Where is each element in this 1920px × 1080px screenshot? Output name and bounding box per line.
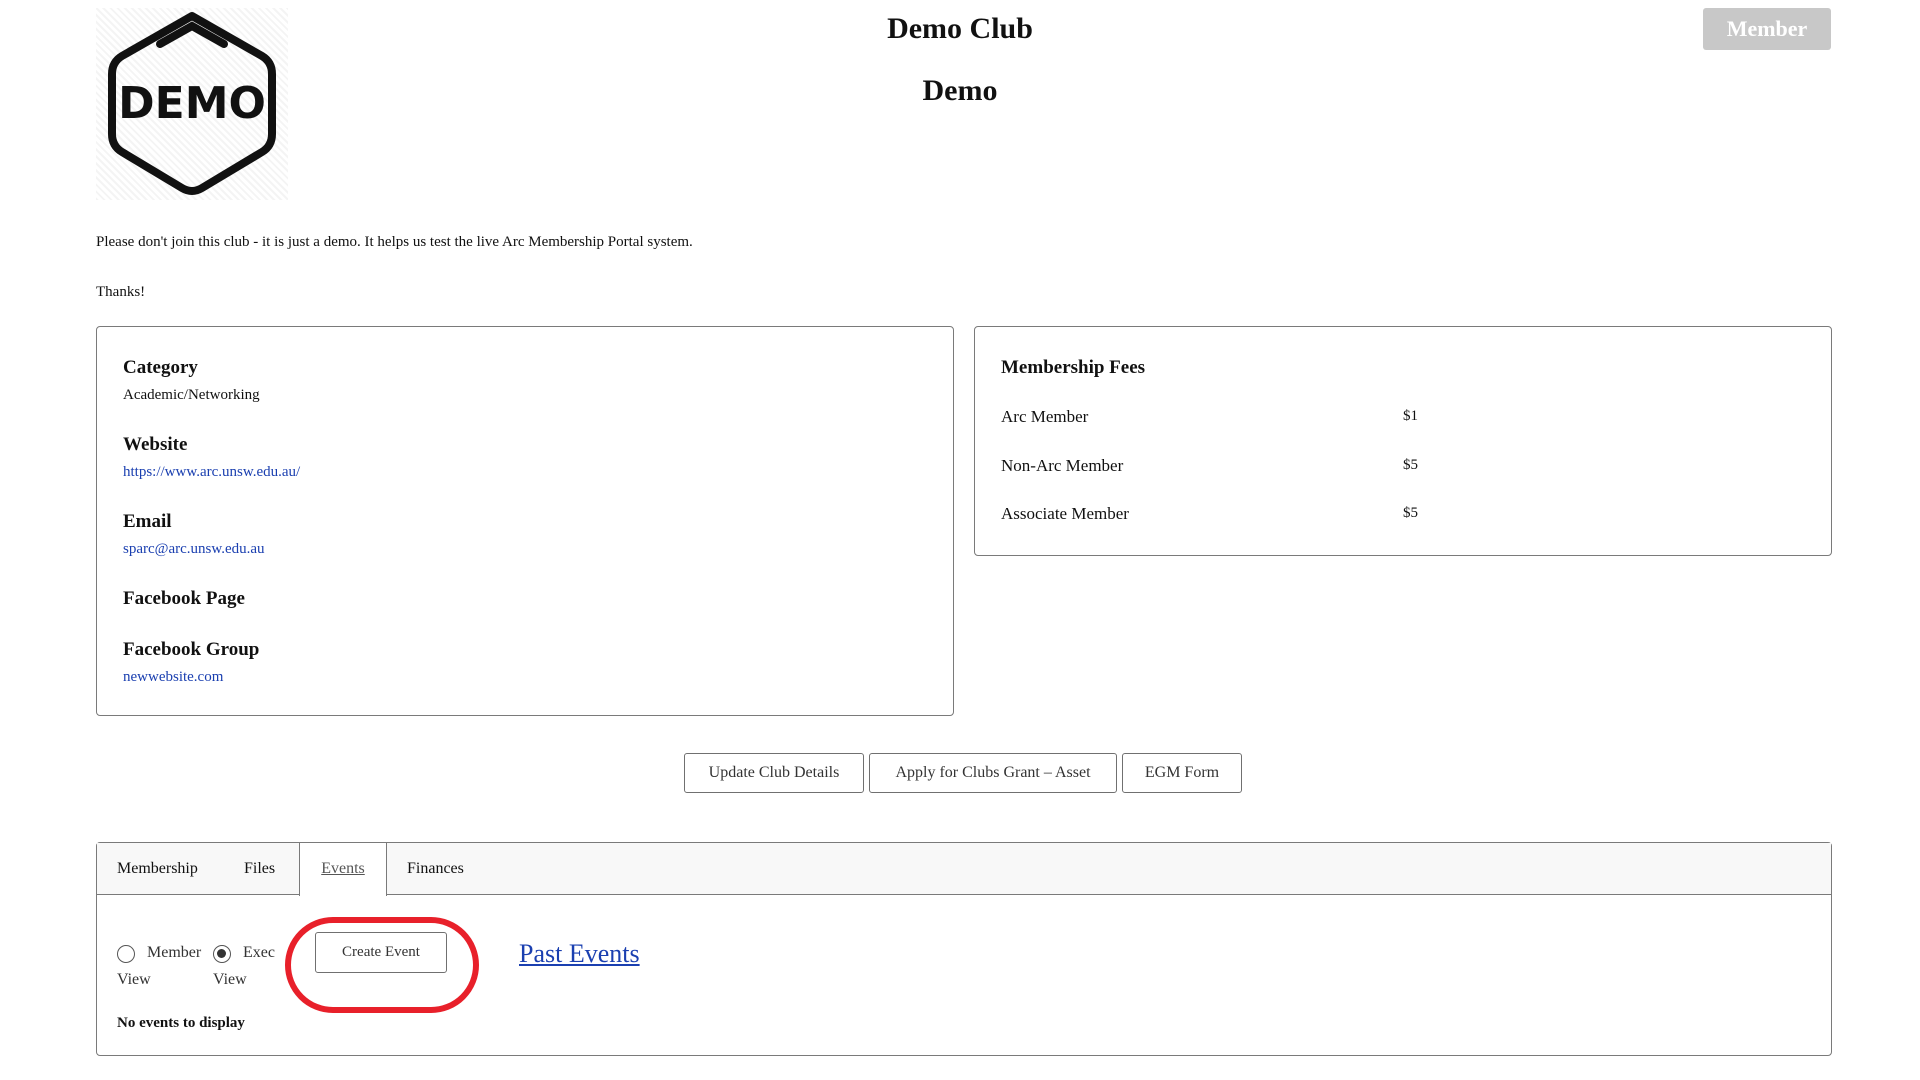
fee-name: Non-Arc Member bbox=[1001, 456, 1124, 475]
tab-files[interactable]: Files bbox=[244, 843, 275, 895]
fee-amount: $5 bbox=[1403, 505, 1418, 521]
fee-amount: $1 bbox=[1403, 408, 1418, 424]
club-title: Demo Club bbox=[887, 12, 1033, 45]
past-events-link[interactable]: Past Events bbox=[519, 939, 640, 969]
create-event-button[interactable]: Create Event bbox=[315, 932, 447, 973]
radio-selected-dot bbox=[217, 949, 226, 958]
club-subtitle: Demo bbox=[922, 74, 998, 107]
thanks-text: Thanks! bbox=[96, 284, 146, 300]
tab-strip: Membership Files Events Finances bbox=[97, 843, 1831, 896]
tab-finances[interactable]: Finances bbox=[407, 843, 464, 895]
membership-fees-panel: Membership Fees Arc Member $1 Non-Arc Me… bbox=[974, 326, 1832, 556]
club-description: Please don't join this club - it is just… bbox=[96, 234, 693, 250]
facebook-page-label: Facebook Page bbox=[123, 588, 245, 609]
apply-clubs-grant-button[interactable]: Apply for Clubs Grant – Asset bbox=[869, 753, 1117, 793]
facebook-group-label: Facebook Group bbox=[123, 639, 260, 660]
fee-amount: $5 bbox=[1403, 457, 1418, 473]
no-events-message: No events to display bbox=[117, 1015, 245, 1031]
fees-title: Membership Fees bbox=[1001, 357, 1146, 378]
member-view-label: Member bbox=[147, 944, 202, 961]
tab-membership[interactable]: Membership bbox=[117, 843, 198, 895]
category-value: Academic/Networking bbox=[123, 387, 260, 403]
fee-name: Arc Member bbox=[1001, 407, 1089, 426]
website-link[interactable]: https://www.arc.unsw.edu.au/ bbox=[123, 464, 300, 481]
email-link[interactable]: sparc@arc.unsw.edu.au bbox=[123, 541, 265, 558]
facebook-group-link[interactable]: newwebsite.com bbox=[123, 669, 223, 686]
fee-name: Associate Member bbox=[1001, 504, 1129, 523]
club-details-panel: Category Academic/Networking Website htt… bbox=[96, 326, 954, 716]
website-label: Website bbox=[123, 434, 188, 455]
member-view-label-2: View bbox=[117, 971, 151, 988]
category-label: Category bbox=[123, 357, 198, 378]
member-button[interactable]: Member bbox=[1703, 8, 1831, 50]
exec-view-label: Exec bbox=[243, 944, 275, 961]
member-view-radio[interactable] bbox=[117, 945, 135, 963]
update-club-details-button[interactable]: Update Club Details bbox=[684, 753, 864, 793]
tab-events[interactable]: Events bbox=[299, 843, 387, 896]
egm-form-button[interactable]: EGM Form bbox=[1122, 753, 1242, 793]
email-label: Email bbox=[123, 511, 172, 532]
exec-view-radio[interactable] bbox=[213, 945, 231, 963]
club-tabs-panel: Membership Files Events Finances Member … bbox=[96, 842, 1832, 1056]
exec-view-label-2: View bbox=[213, 971, 247, 988]
